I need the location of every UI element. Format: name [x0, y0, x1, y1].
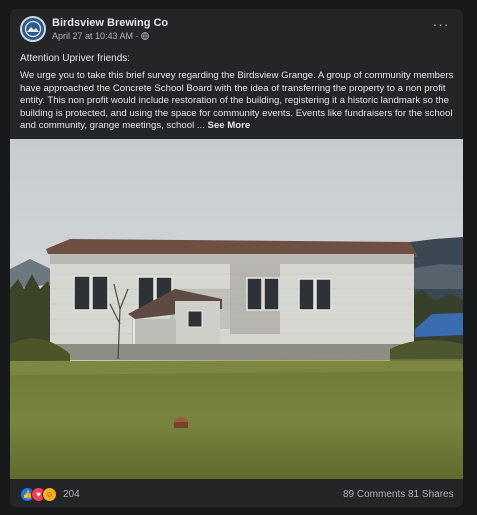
globe-icon[interactable]: [141, 32, 149, 40]
post-body: We urge you to take this brief survey re…: [20, 70, 456, 133]
shares-count-link[interactable]: 81 Shares: [408, 489, 454, 500]
post-photo[interactable]: [10, 139, 463, 479]
post-header: Birdsview Brewing Co April 27 at 10:43 A…: [10, 9, 463, 49]
post-greeting: Attention Upriver friends:: [20, 53, 131, 64]
comments-count-link[interactable]: 89 Comments: [343, 489, 405, 500]
post-footer: 👍 ♥ ☺ 204 89 Comments 81 Shares: [10, 479, 463, 507]
page-avatar[interactable]: [20, 16, 46, 42]
reaction-count[interactable]: 204: [63, 489, 80, 500]
post-timestamp[interactable]: April 27 at 10:43 AM: [52, 31, 133, 41]
meta-separator: ·: [135, 31, 139, 41]
post-card: Birdsview Brewing Co April 27 at 10:43 A…: [10, 9, 463, 507]
post-meta: April 27 at 10:43 AM ·: [52, 31, 149, 41]
more-options-button[interactable]: ···: [430, 17, 452, 35]
brewery-logo-icon: [22, 18, 44, 40]
see-more-link[interactable]: See More: [208, 120, 251, 131]
care-icon: ☺: [42, 487, 57, 502]
page-name-link[interactable]: Birdsview Brewing Co: [52, 17, 168, 29]
